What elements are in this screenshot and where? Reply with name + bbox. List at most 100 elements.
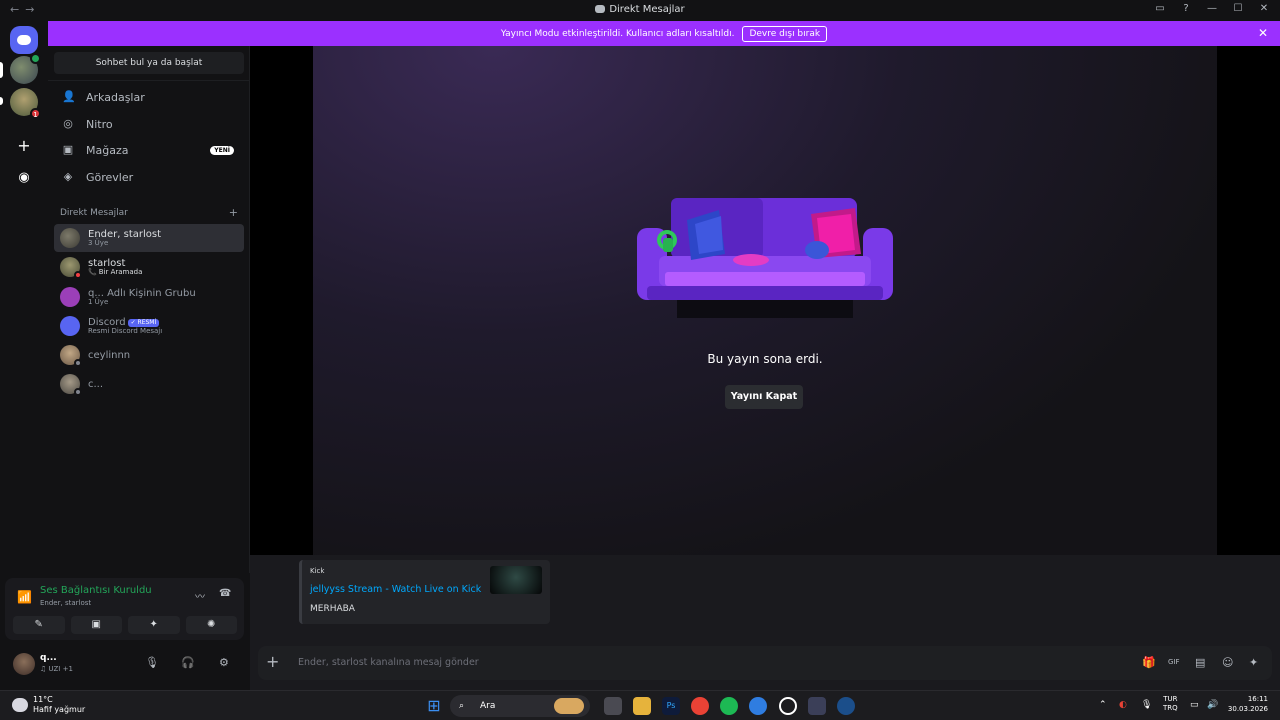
emoji-icon[interactable]: ☺	[1222, 656, 1233, 669]
avatar[interactable]	[13, 653, 35, 675]
screen-share-button[interactable]: ▣	[70, 616, 122, 634]
disconnect-icon[interactable]: ☎	[219, 588, 231, 599]
add-server-icon[interactable]: +	[10, 131, 38, 159]
taskbar-search[interactable]: ⌕ Ara	[450, 695, 590, 717]
photoshop-icon[interactable]: Ps	[662, 697, 680, 715]
banner-close-icon[interactable]: ✕	[1258, 26, 1268, 40]
settings-gear-icon[interactable]: ⚙	[219, 656, 229, 669]
gift-icon[interactable]: 🎁	[1142, 656, 1156, 669]
nav-friends[interactable]: 👤 Arkadaşlar	[54, 84, 244, 110]
task-view-icon[interactable]	[604, 697, 622, 715]
headphones-icon[interactable]: 🎧	[181, 656, 195, 669]
activities-button[interactable]: ✦	[128, 616, 180, 634]
dm-item[interactable]: Discord ✓ RESMİ Resmi Discord Mesajı	[54, 312, 244, 340]
message-composer: + Ender, starlost kanalına mesaj gönder …	[258, 646, 1272, 680]
help-icon[interactable]: ?	[1180, 3, 1192, 14]
dm-item[interactable]: Ender, starlost 3 Üye	[54, 224, 244, 252]
minimize-button[interactable]: —	[1206, 3, 1218, 14]
dm-section-header: Direkt Mesajlar +	[60, 206, 238, 219]
dm-subtext: Resmi Discord Mesajı	[88, 326, 163, 335]
username: q...	[40, 653, 57, 663]
tray-app-icon[interactable]: ◐	[1119, 700, 1127, 710]
input-language[interactable]: TUR TRQ	[1163, 695, 1178, 713]
discover-icon[interactable]: ◉	[10, 163, 38, 191]
dm-subtext: 3 Üye	[88, 238, 109, 247]
voice-status: Ses Bağlantısı Kuruldu	[40, 585, 152, 596]
system-clock[interactable]: 16:11 30.03.2026	[1228, 695, 1268, 715]
create-dm-icon[interactable]: +	[229, 206, 238, 219]
dm-name-text: Discord	[88, 316, 126, 328]
dm-item[interactable]: q... Adlı Kişinin Grubu 1 Üye	[54, 283, 244, 311]
apps-icon[interactable]: ✦	[1249, 656, 1258, 669]
server-selected-pill	[0, 62, 3, 78]
spotify-icon[interactable]	[720, 697, 738, 715]
server-avatar[interactable]: 1	[10, 88, 41, 119]
find-conversation-button[interactable]: Sohbet bul ya da başlat	[54, 52, 244, 74]
edge-icon[interactable]	[749, 697, 767, 715]
nav-nitro[interactable]: ◎ Nitro	[54, 111, 244, 137]
microphone-icon[interactable]: 🎙	[145, 656, 159, 669]
dm-item[interactable]: ceylinnn	[54, 341, 244, 369]
window-controls: ▭ ? — ☐ ✕	[1154, 3, 1270, 14]
camera-off-button[interactable]: ✎	[13, 616, 65, 634]
embed-thumbnail[interactable]	[490, 566, 542, 594]
weather-widget[interactable]: 11°C Hafif yağmur	[12, 695, 85, 716]
discord-taskbar-icon[interactable]	[808, 697, 826, 715]
group-avatar	[60, 228, 80, 248]
dm-name: Ender, starlost	[88, 228, 162, 240]
clock-time: 16:11	[1247, 695, 1268, 703]
noise-suppression-icon[interactable]: 〰	[195, 588, 205, 603]
dm-item[interactable]: starlost 📞 Bir Aramada	[54, 253, 244, 281]
attach-plus-icon[interactable]: +	[266, 652, 279, 671]
close-window-button[interactable]: ✕	[1258, 3, 1270, 14]
nav-shop[interactable]: ▣ Mağaza YENİ	[54, 137, 244, 163]
server-avatar[interactable]	[10, 53, 41, 84]
close-stream-button[interactable]: Yayını Kapat	[725, 385, 803, 409]
server-unread-pill	[0, 97, 3, 105]
network-icon[interactable]: ▭	[1190, 700, 1199, 710]
file-explorer-icon[interactable]	[633, 697, 651, 715]
weather-icon	[12, 698, 28, 712]
tray-mic-icon[interactable]: 🎙	[1141, 700, 1152, 710]
embed-title-link[interactable]: jellyyss Stream - Watch Live on Kick	[310, 584, 481, 595]
steam-icon[interactable]	[837, 697, 855, 715]
maximize-button[interactable]: ☐	[1232, 3, 1244, 14]
user-panel: q... ♫ UZI +1 🎙 🎧 ⚙	[5, 647, 244, 681]
tray-chevron-icon[interactable]: ⌃	[1099, 700, 1107, 710]
search-icon: ⌕	[459, 701, 465, 711]
group-avatar	[60, 287, 80, 307]
chrome-icon[interactable]	[691, 697, 709, 715]
message-input[interactable]: Ender, starlost kanalına mesaj gönder	[298, 657, 479, 668]
dm-name: Discord ✓ RESMİ	[88, 317, 162, 328]
nav-quests[interactable]: ◈ Görevler	[54, 164, 244, 190]
phone-icon: 📞	[88, 267, 97, 276]
chat-area: Kick jellyyss Stream - Watch Live on Kic…	[250, 555, 1280, 690]
soundboard-button[interactable]: ✺	[185, 616, 237, 634]
volume-icon[interactable]: 🔊	[1207, 700, 1218, 710]
window-title-text: Direkt Mesajlar	[609, 4, 685, 15]
streamer-mode-banner: Yayıncı Modu etkinleştirildi. Kullanıcı …	[48, 21, 1280, 46]
disable-streamer-mode-button[interactable]: Devre dışı bırak	[742, 25, 828, 42]
inbox-icon[interactable]: ▭	[1154, 3, 1166, 14]
voice-channel[interactable]: Ender, starlost	[40, 599, 91, 607]
stream-ended-message: Bu yayın sona erdi.	[707, 352, 823, 366]
window-title: Direkt Mesajlar	[0, 4, 1280, 15]
user-avatar	[60, 345, 82, 367]
sticker-icon[interactable]: ▤	[1195, 656, 1205, 669]
taskbar: 11°C Hafif yağmur ⊞ ⌕ Ara Ps ⌃ ◐ 🎙 TUR T…	[0, 690, 1280, 720]
home-button[interactable]	[10, 26, 38, 54]
gif-icon[interactable]: GIF	[1168, 658, 1180, 666]
voice-actions: ✎ ▣ ✦ ✺	[13, 616, 237, 634]
notification-dot	[30, 53, 41, 64]
friends-icon: 👤	[62, 90, 76, 103]
dm-sidebar: Sohbet bul ya da başlat 👤 Arkadaşlar ◎ N…	[48, 46, 250, 573]
dm-item[interactable]: c...	[54, 370, 244, 398]
embed-description: MERHABA	[310, 604, 355, 614]
start-button-icon[interactable]: ⊞	[425, 697, 443, 715]
user-avatar	[60, 374, 82, 396]
title-bar: ←→ Direkt Mesajlar ▭ ? — ☐ ✕	[0, 0, 1280, 21]
openai-icon[interactable]	[779, 697, 797, 715]
dm-header-label: Direkt Mesajlar	[60, 208, 128, 218]
mention-badge: 1	[30, 108, 41, 119]
nav-label: Arkadaşlar	[86, 90, 145, 104]
